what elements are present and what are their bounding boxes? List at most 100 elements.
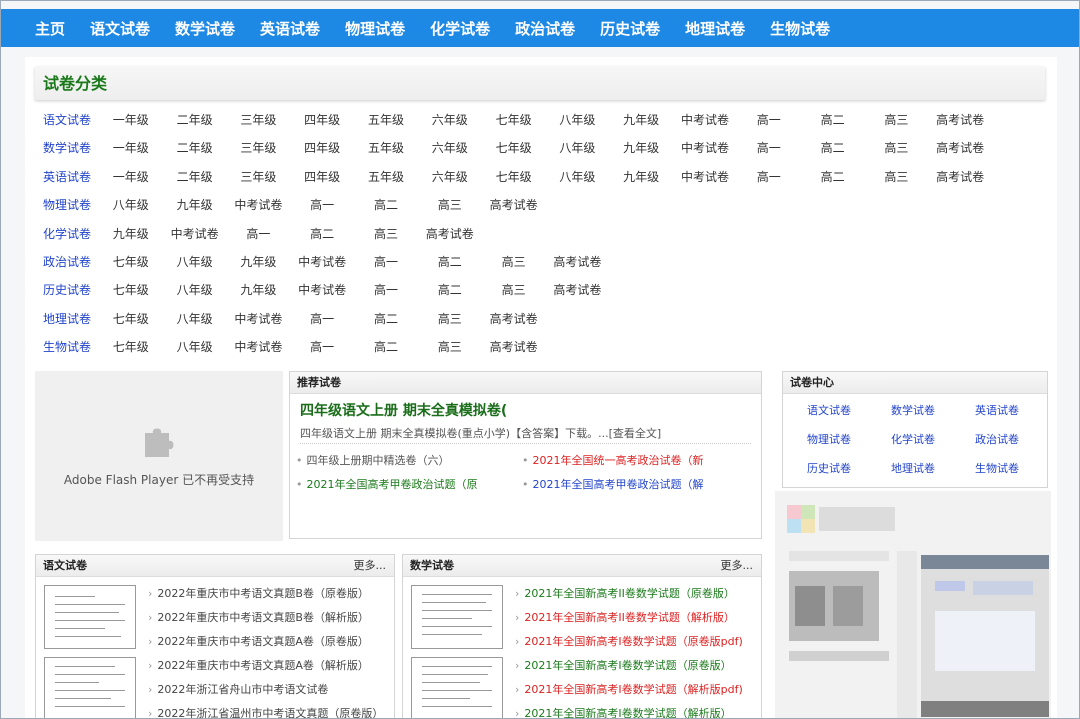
grade-link[interactable]: 高一: [290, 195, 354, 215]
grade-link[interactable]: 六年级: [418, 167, 482, 187]
grade-link[interactable]: 高三: [418, 337, 482, 357]
grade-link[interactable]: 八年级: [163, 337, 227, 357]
center-subject-link[interactable]: 化学试卷: [873, 431, 953, 447]
subject-link[interactable]: 政治试卷: [35, 252, 99, 272]
grade-link[interactable]: 中考试卷: [290, 280, 354, 300]
grade-link[interactable]: 四年级: [290, 138, 354, 158]
list-item[interactable]: › 2021年全国新高考I卷数学试题（解析版pdf): [515, 681, 743, 697]
list-item[interactable]: › 2021年全国新高考II卷数学试题（解析版）: [515, 609, 735, 625]
grade-link[interactable]: 高考试卷: [482, 309, 546, 329]
grade-link[interactable]: 八年级: [545, 110, 609, 130]
grade-link[interactable]: 中考试卷: [226, 309, 290, 329]
nav-link[interactable]: 物理试卷: [345, 18, 405, 39]
subject-link[interactable]: 物理试卷: [35, 195, 99, 215]
subject-link[interactable]: 英语试卷: [35, 167, 99, 187]
grade-link[interactable]: 九年级: [609, 110, 673, 130]
recommend-link[interactable]: • 2021年全国统一高考政治试卷（新: [522, 452, 704, 468]
grade-link[interactable]: 一年级: [99, 167, 163, 187]
subject-link[interactable]: 生物试卷: [35, 337, 99, 357]
grade-link[interactable]: 高二: [354, 195, 418, 215]
grade-link[interactable]: 高三: [482, 280, 546, 300]
subject-link[interactable]: 历史试卷: [35, 280, 99, 300]
grade-link[interactable]: 高三: [418, 309, 482, 329]
grade-link[interactable]: 高三: [418, 195, 482, 215]
grade-link[interactable]: 高二: [418, 252, 482, 272]
subject-link[interactable]: 化学试卷: [35, 224, 99, 244]
grade-link[interactable]: 中考试卷: [673, 138, 737, 158]
list-item[interactable]: › 2022年重庆市中考语文真题A卷（原卷版）: [148, 633, 369, 649]
grade-link[interactable]: 中考试卷: [226, 337, 290, 357]
grade-link[interactable]: 九年级: [609, 138, 673, 158]
list-item[interactable]: › 2022年浙江省温州市中考语文真题（原卷版）: [148, 705, 383, 718]
grade-link[interactable]: 八年级: [545, 167, 609, 187]
grade-link[interactable]: 中考试卷: [290, 252, 354, 272]
grade-link[interactable]: 高考试卷: [545, 280, 609, 300]
grade-link[interactable]: 高考试卷: [928, 167, 992, 187]
paper-thumbnail[interactable]: [411, 657, 503, 718]
grade-link[interactable]: 高考试卷: [545, 252, 609, 272]
nav-link[interactable]: 化学试卷: [430, 18, 490, 39]
grade-link[interactable]: 高一: [737, 167, 801, 187]
grade-link[interactable]: 高三: [864, 110, 928, 130]
nav-link[interactable]: 地理试卷: [685, 18, 745, 39]
grade-link[interactable]: 中考试卷: [673, 167, 737, 187]
grade-link[interactable]: 高一: [290, 337, 354, 357]
math-more-link[interactable]: 更多...: [721, 555, 754, 577]
grade-link[interactable]: 一年级: [99, 110, 163, 130]
grade-link[interactable]: 九年级: [226, 252, 290, 272]
grade-link[interactable]: 四年级: [290, 110, 354, 130]
center-subject-link[interactable]: 历史试卷: [789, 460, 869, 476]
grade-link[interactable]: 五年级: [354, 167, 418, 187]
nav-link[interactable]: 历史试卷: [600, 18, 660, 39]
paper-thumbnail[interactable]: [44, 585, 136, 649]
grade-link[interactable]: 六年级: [418, 138, 482, 158]
list-item[interactable]: › 2022年浙江省舟山市中考语文试卷: [148, 681, 328, 697]
subject-link[interactable]: 数学试卷: [35, 138, 99, 158]
subject-link[interactable]: 语文试卷: [35, 110, 99, 130]
list-item[interactable]: › 2021年全国新高考I卷数学试题（解析版）: [515, 705, 732, 718]
grade-link[interactable]: 七年级: [99, 337, 163, 357]
grade-link[interactable]: 中考试卷: [163, 224, 227, 244]
grade-link[interactable]: 九年级: [609, 167, 673, 187]
grade-link[interactable]: 二年级: [163, 167, 227, 187]
paper-thumbnail[interactable]: [44, 657, 136, 718]
subject-link[interactable]: 地理试卷: [35, 309, 99, 329]
grade-link[interactable]: 九年级: [163, 195, 227, 215]
grade-link[interactable]: 高三: [482, 252, 546, 272]
grade-link[interactable]: 五年级: [354, 110, 418, 130]
paper-thumbnail[interactable]: [411, 585, 503, 649]
nav-link[interactable]: 英语试卷: [260, 18, 320, 39]
grade-link[interactable]: 高考试卷: [418, 224, 482, 244]
grade-link[interactable]: 高二: [354, 309, 418, 329]
grade-link[interactable]: 三年级: [226, 167, 290, 187]
nav-link[interactable]: 政治试卷: [515, 18, 575, 39]
grade-link[interactable]: 八年级: [163, 252, 227, 272]
grade-link[interactable]: 高一: [737, 138, 801, 158]
recommend-link[interactable]: • 2021年全国高考甲卷政治试题（原: [296, 476, 478, 492]
grade-link[interactable]: 中考试卷: [226, 195, 290, 215]
center-subject-link[interactable]: 数学试卷: [873, 402, 953, 418]
grade-link[interactable]: 高一: [226, 224, 290, 244]
grade-link[interactable]: 高三: [354, 224, 418, 244]
grade-link[interactable]: 七年级: [482, 167, 546, 187]
grade-link[interactable]: 高三: [864, 167, 928, 187]
recommend-headline[interactable]: 四年级语文上册 期末全真模拟卷(: [300, 400, 507, 420]
grade-link[interactable]: 七年级: [99, 309, 163, 329]
grade-link[interactable]: 八年级: [99, 195, 163, 215]
list-item[interactable]: › 2021年全国新高考I卷数学试题（原卷版）: [515, 657, 732, 673]
list-item[interactable]: › 2021年全国新高考II卷数学试题（原卷版）: [515, 585, 735, 601]
center-subject-link[interactable]: 生物试卷: [957, 460, 1037, 476]
grade-link[interactable]: 高二: [801, 138, 865, 158]
grade-link[interactable]: 九年级: [226, 280, 290, 300]
grade-link[interactable]: 四年级: [290, 167, 354, 187]
grade-link[interactable]: 二年级: [163, 110, 227, 130]
chinese-more-link[interactable]: 更多...: [354, 555, 387, 577]
center-subject-link[interactable]: 政治试卷: [957, 431, 1037, 447]
center-subject-link[interactable]: 英语试卷: [957, 402, 1037, 418]
grade-link[interactable]: 七年级: [482, 110, 546, 130]
nav-link[interactable]: 生物试卷: [770, 18, 830, 39]
grade-link[interactable]: 高考试卷: [928, 138, 992, 158]
grade-link[interactable]: 七年级: [99, 252, 163, 272]
grade-link[interactable]: 三年级: [226, 110, 290, 130]
grade-link[interactable]: 三年级: [226, 138, 290, 158]
